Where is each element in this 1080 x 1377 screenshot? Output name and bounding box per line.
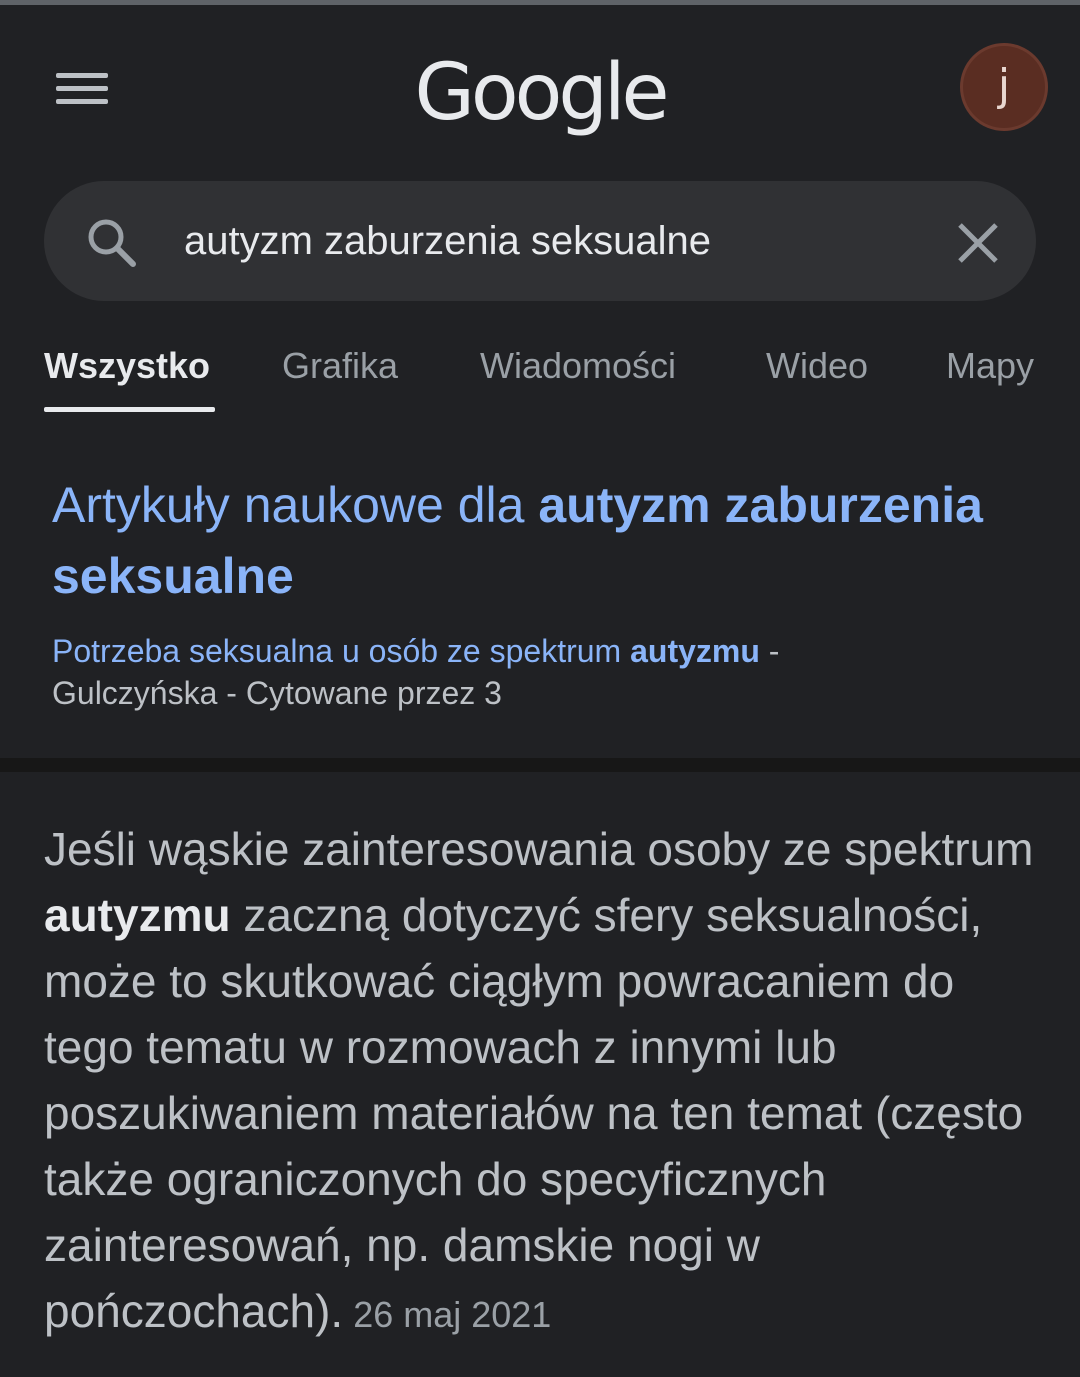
snippet-text-1: Jeśli wąskie zainteresowania osoby ze sp… <box>44 823 1034 875</box>
snippet-text-2: zaczną dotyczyć sfery seksualności, może… <box>44 889 1024 1337</box>
search-tabs: Wszystko Grafika Wiadomości Wideo Mapy <box>0 335 1080 415</box>
results-page: Google j Wszystko Grafika Wiadomości Wid… <box>0 0 1080 1377</box>
clear-icon[interactable] <box>954 219 1002 267</box>
featured-snippet: Jeśli wąskie zainteresowania osoby ze sp… <box>44 816 1044 1348</box>
tab-mapy[interactable]: Mapy <box>946 345 1034 387</box>
google-logo[interactable]: Google <box>412 43 669 143</box>
scholar-card: Artykuły naukowe dla autyzm zaburzenia s… <box>0 430 1080 758</box>
account-avatar[interactable]: j <box>960 43 1048 131</box>
card-divider <box>0 758 1080 772</box>
scholar-result-bold: autyzmu <box>630 633 760 669</box>
header: Google j Wszystko Grafika Wiadomości Wid… <box>0 5 1080 425</box>
scholar-result-text: Potrzeba seksualna u osób ze spektrum <box>52 633 631 669</box>
search-icon[interactable] <box>84 215 140 271</box>
snippet-bold: autyzmu <box>44 889 231 941</box>
search-box[interactable] <box>44 181 1036 301</box>
tab-wideo[interactable]: Wideo <box>766 345 868 387</box>
scholar-title[interactable]: Artykuły naukowe dla autyzm zaburzenia s… <box>52 470 1032 612</box>
active-tab-indicator <box>44 407 215 412</box>
search-input[interactable] <box>184 209 944 273</box>
scholar-result: Potrzeba seksualna u osób ze spektrum au… <box>52 630 1052 714</box>
scholar-title-prefix: Artykuły naukowe dla <box>52 477 539 533</box>
tab-grafika[interactable]: Grafika <box>282 345 398 387</box>
scholar-result-link[interactable]: Potrzeba seksualna u osób ze spektrum au… <box>52 633 760 669</box>
tab-wiadomosci[interactable]: Wiadomości <box>480 345 676 387</box>
menu-icon[interactable] <box>56 71 110 111</box>
snippet-date: 26 maj 2021 <box>353 1294 552 1335</box>
featured-snippet-card: Jeśli wąskie zainteresowania osoby ze sp… <box>0 772 1080 1377</box>
scholar-result-meta: Gulczyńska - Cytowane przez 3 <box>52 675 502 711</box>
tab-wszystko[interactable]: Wszystko <box>44 345 210 387</box>
scholar-result-dash: - <box>759 633 780 669</box>
